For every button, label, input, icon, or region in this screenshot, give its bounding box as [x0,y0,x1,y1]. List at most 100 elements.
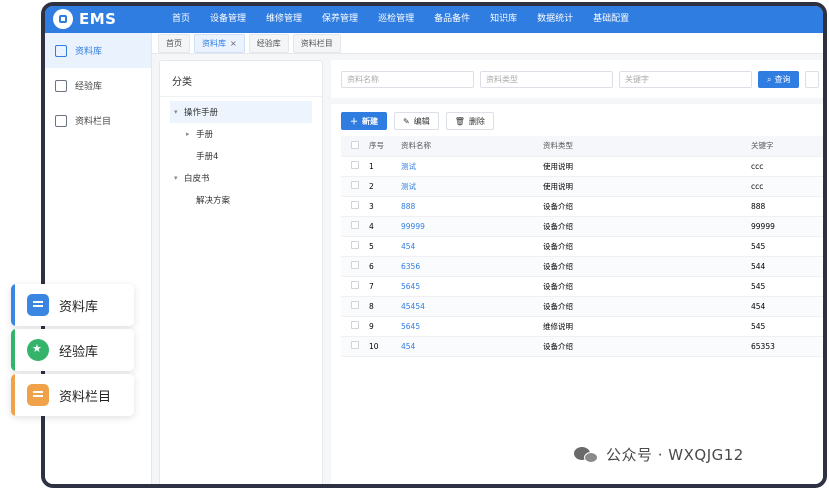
row-checkbox[interactable] [341,196,369,217]
row-checkbox[interactable] [341,156,369,177]
table-row[interactable]: 10 454 设备介绍 65353 [341,336,823,357]
cell-name-link[interactable]: 45454 [401,296,543,317]
tab-home[interactable]: 首页 [158,33,190,53]
cell-keyword: 888 [751,196,823,217]
cell-index: 2 [369,176,401,197]
tree-node-label: 手册4 [196,152,219,162]
nav-item-statistics[interactable]: 数据统计 [527,6,583,33]
watermark-text: 公众号 · WXQJG12 [606,446,744,464]
row-checkbox[interactable] [341,336,369,357]
table-row[interactable]: 6 6356 设备介绍 544 [341,256,823,277]
search-bar: 资料名称 资料类型 关键字 ⌕ 查询 [331,60,823,98]
row-checkbox[interactable] [341,296,369,317]
main-nav: 首页 设备管理 维修管理 保养管理 巡检管理 备品备件 知识库 数据统计 基础配… [162,6,639,33]
logo-text: EMS [79,10,117,28]
accent-bar [11,284,15,326]
top-navigation-bar: EMS 首页 设备管理 维修管理 保养管理 巡检管理 备品备件 知识库 数据统计… [45,6,823,33]
row-checkbox[interactable] [341,216,369,237]
trash-icon: 🗑 [454,116,465,126]
chevron-right-icon[interactable]: ▸ [186,130,196,138]
column-header-index: 序号 [369,136,401,157]
nav-item-home[interactable]: 首页 [162,6,200,33]
row-checkbox[interactable] [341,176,369,197]
app-logo[interactable]: EMS [53,9,116,29]
sidebar-item-columns[interactable]: 资料栏目 [45,103,151,138]
tree-node[interactable]: 解决方案 [170,189,312,211]
cell-name-link[interactable]: 454 [401,236,543,257]
chevron-down-icon[interactable]: ▾ [174,108,184,116]
table-row[interactable]: 9 5645 维修说明 545 [341,316,823,337]
nav-item-equipment[interactable]: 设备管理 [200,6,256,33]
keyword-search-input[interactable]: 关键字 [619,70,752,88]
tab-label: 首页 [166,38,182,48]
float-card-library[interactable]: 资料库 [11,284,134,326]
logo-icon [53,9,73,29]
cell-name-link[interactable]: 99999 [401,216,543,237]
cell-index: 7 [369,276,401,297]
table-row[interactable]: 4 99999 设备介绍 99999 [341,216,823,237]
tree-node-label: 操作手册 [184,108,219,118]
delete-button-label: 删除 [468,116,485,126]
sidebar-item-label: 资料栏目 [75,117,112,127]
float-card-columns[interactable]: 资料栏目 [11,374,134,416]
float-card-experience[interactable]: 经验库 [11,329,134,371]
plus-icon: ＋ [350,116,358,126]
tree-node[interactable]: 手册4 [170,145,312,167]
folder-icon [27,384,49,406]
cell-name-link[interactable]: 6356 [401,256,543,277]
tree-node[interactable]: ▾ 白皮书 [170,167,312,189]
chevron-down-icon[interactable]: ▾ [174,174,184,182]
cell-type: 设备介绍 [543,336,751,357]
column-header-type: 资料类型 [543,136,751,157]
category-tree: ▾ 操作手册 ▸ 手册 手册4 ▾ 白皮书 解决方案 [160,97,322,211]
tree-node[interactable]: ▸ 手册 [170,123,312,145]
cell-name-link[interactable]: 测试 [401,176,543,197]
nav-item-spare-parts[interactable]: 备品备件 [424,6,480,33]
cell-type: 使用说明 [543,176,751,197]
new-button[interactable]: ＋ 新建 [341,112,387,130]
table-row[interactable]: 7 5645 设备介绍 545 [341,276,823,297]
cell-name-link[interactable]: 5645 [401,276,543,297]
nav-item-repair[interactable]: 维修管理 [256,6,312,33]
select-all-checkbox[interactable] [341,136,369,157]
row-checkbox[interactable] [341,316,369,337]
table-row[interactable]: 1 测试 使用说明 ccc [341,156,823,177]
delete-button[interactable]: 🗑 删除 [445,112,494,130]
row-checkbox[interactable] [341,236,369,257]
row-checkbox[interactable] [341,256,369,277]
tab-experience[interactable]: 经验库 [248,33,289,53]
table-row[interactable]: 5 454 设备介绍 545 [341,236,823,257]
table-row[interactable]: 8 45454 设备介绍 454 [341,296,823,317]
cell-type: 维修说明 [543,316,751,337]
nav-item-inspection[interactable]: 巡检管理 [368,6,424,33]
cell-type: 设备介绍 [543,236,751,257]
sidebar-item-experience[interactable]: 经验库 [45,68,151,103]
reset-button[interactable] [805,70,820,88]
cell-name-link[interactable]: 888 [401,196,543,217]
type-search-input[interactable]: 资料类型 [480,70,613,88]
cell-index: 6 [369,256,401,277]
pencil-icon: ✎ [403,116,410,126]
main-content: 资料名称 资料类型 关键字 ⌕ 查询 ＋新建 ✎ 编辑 🗑 删除 序号 资料名称… [331,60,823,484]
table-row[interactable]: 3 888 设备介绍 888 [341,196,823,217]
app-window: EMS 首页 设备管理 维修管理 保养管理 巡检管理 备品备件 知识库 数据统计… [41,2,827,488]
nav-item-config[interactable]: 基础配置 [583,6,639,33]
tree-node[interactable]: ▾ 操作手册 [170,101,312,123]
nav-item-maintenance[interactable]: 保养管理 [312,6,368,33]
tab-library[interactable]: 资料库 × [194,33,245,53]
tab-columns[interactable]: 资料栏目 [292,33,341,53]
close-icon[interactable]: × [230,39,237,48]
edit-button[interactable]: ✎ 编辑 [394,112,439,130]
query-button[interactable]: ⌕ 查询 [758,70,800,88]
float-card-label: 经验库 [59,344,99,360]
nav-item-knowledge[interactable]: 知识库 [480,6,527,33]
tab-label: 经验库 [256,38,281,48]
cell-name-link[interactable]: 5645 [401,316,543,337]
table-row[interactable]: 2 测试 使用说明 ccc [341,176,823,197]
name-search-input[interactable]: 资料名称 [341,70,474,88]
cell-index: 9 [369,316,401,337]
sidebar-item-library[interactable]: 资料库 [45,33,151,68]
row-checkbox[interactable] [341,276,369,297]
cell-name-link[interactable]: 测试 [401,156,543,177]
cell-name-link[interactable]: 454 [401,336,543,357]
